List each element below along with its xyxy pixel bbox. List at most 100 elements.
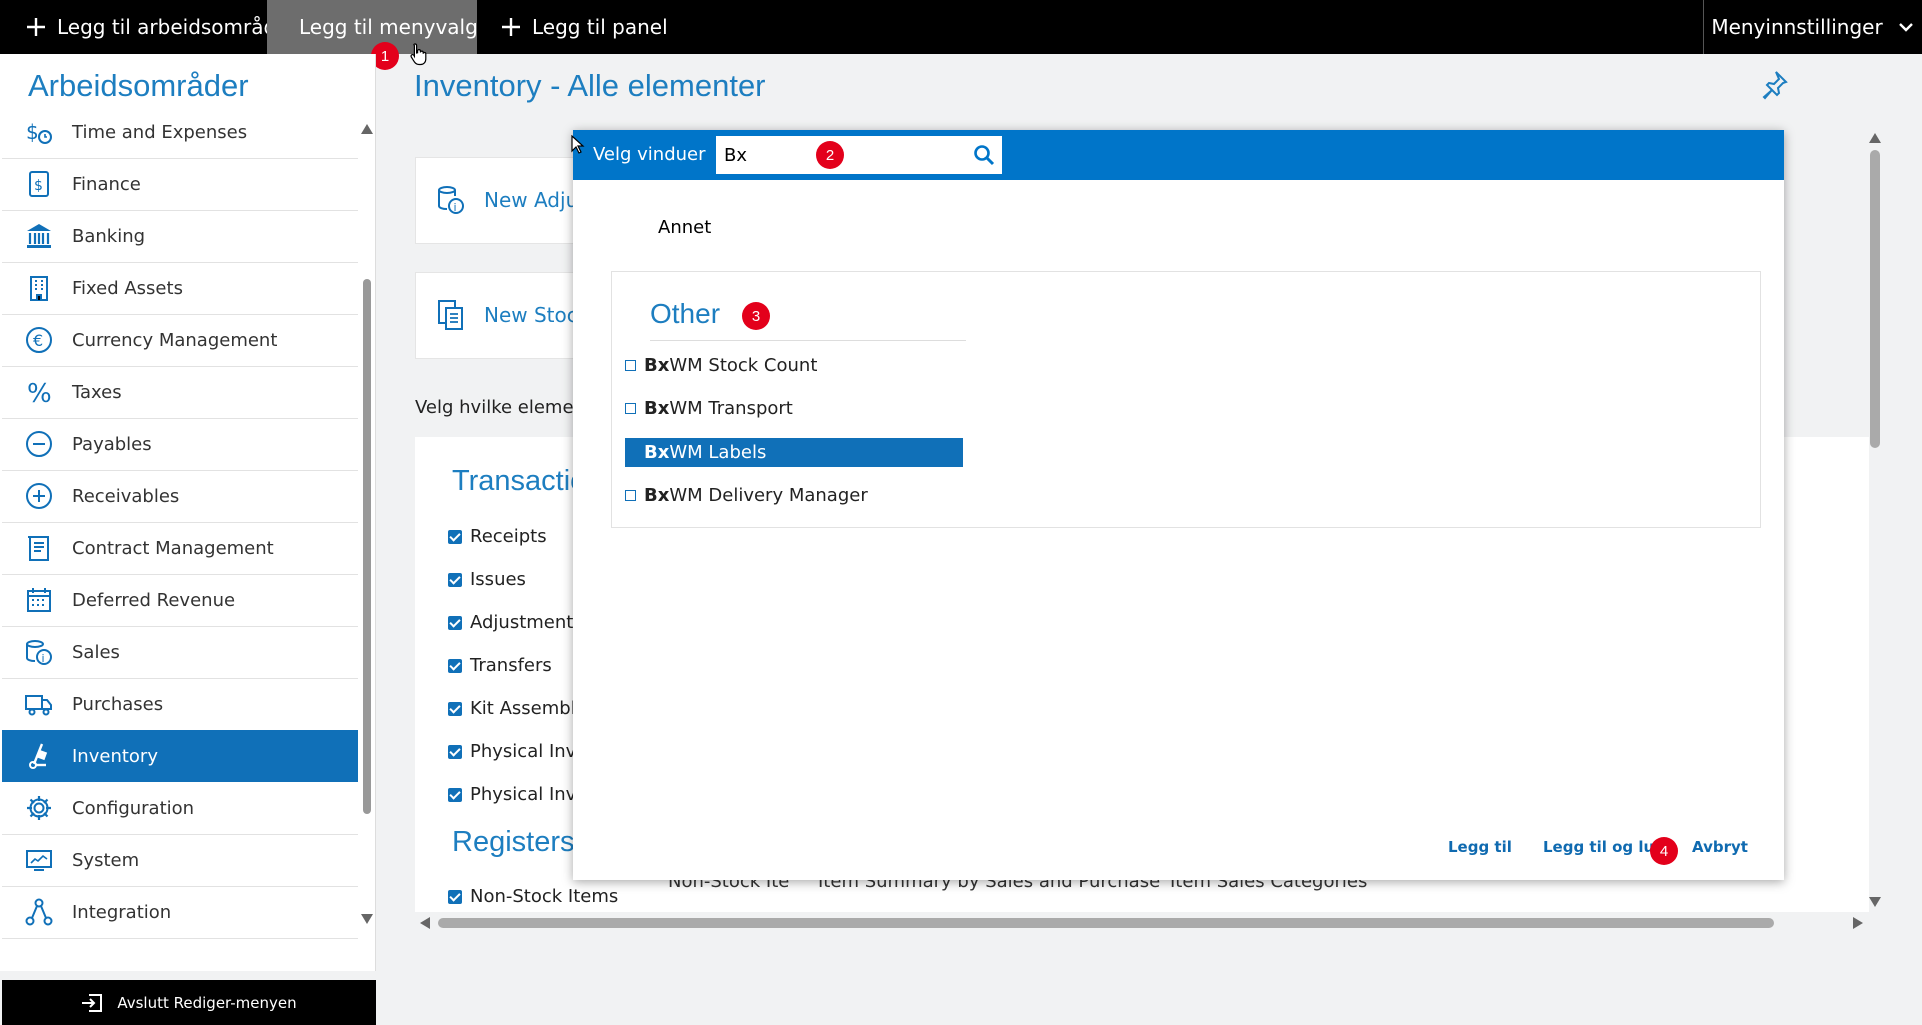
option-prefix: Bx [644, 485, 670, 506]
sidebar-item-banking[interactable]: Banking [2, 210, 358, 263]
checked-checkbox[interactable] [448, 701, 462, 716]
menu-settings-label: Menyinnstillinger [1711, 15, 1883, 39]
checkbox-physical-inventory-1[interactable]: Physical Inve [448, 741, 587, 762]
add-panel-button[interactable]: Legg til panel [500, 0, 668, 54]
network-icon [25, 898, 53, 926]
main-scroll-up-arrow[interactable] [1869, 133, 1881, 143]
sidebar-item-deferred-revenue[interactable]: Deferred Revenue [2, 574, 358, 627]
sidebar-item-fixed-assets[interactable]: Fixed Assets [2, 262, 358, 315]
add-menu-item-button[interactable]: Legg til menyvalg [267, 0, 478, 54]
menu-settings-dropdown[interactable]: Menyinnstillinger [1703, 0, 1922, 54]
arrow-cursor-icon [571, 135, 585, 154]
checkbox-label: Receipts [470, 526, 547, 547]
exit-icon [82, 993, 103, 1012]
step-badge-3: 3 [742, 302, 770, 330]
option-bxwm-transport[interactable]: Bx WM Transport [625, 394, 963, 423]
card-label: New Adju [484, 188, 579, 212]
card-new-stock[interactable]: New Stock [415, 272, 589, 359]
checked-checkbox[interactable] [448, 529, 462, 544]
checkbox-receipts[interactable]: Receipts [448, 526, 547, 547]
sidebar-item-contract-management[interactable]: Contract Management [2, 522, 358, 575]
option-bxwm-stock-count[interactable]: Bx WM Stock Count [625, 351, 963, 380]
coins-icon: i [438, 186, 464, 214]
option-bxwm-delivery-manager[interactable]: Bx WM Delivery Manager [625, 481, 963, 510]
unchecked-checkbox[interactable] [625, 403, 636, 414]
checkbox-label: Physical Inve [470, 741, 588, 762]
svg-text:$: $ [34, 178, 43, 194]
checkbox-label: Adjustments [470, 612, 583, 633]
checked-checkbox[interactable] [448, 787, 462, 802]
pin-icon[interactable] [1760, 70, 1788, 100]
main-vertical-scrollbar-thumb[interactable] [1870, 150, 1880, 448]
add-workspace-button[interactable]: Legg til arbeidsområde [25, 0, 289, 54]
scroll-up-arrow[interactable] [361, 124, 373, 134]
checkbox-physical-inventory-2[interactable]: Physical Inve [448, 784, 587, 805]
sidebar-item-purchases[interactable]: Purchases [2, 678, 358, 731]
main-horizontal-scrollbar-thumb[interactable] [438, 918, 1774, 928]
svg-text:i: i [454, 201, 457, 214]
sidebar-item-sales[interactable]: i Sales [2, 626, 358, 679]
finance-icon: $ [29, 171, 49, 197]
sidebar-item-label: Banking [72, 225, 146, 247]
document-list-icon [438, 300, 463, 330]
sidebar-item-configuration[interactable]: Configuration [2, 782, 358, 835]
sidebar-item-currency-management[interactable]: € Currency Management [2, 314, 358, 367]
gear-icon [27, 796, 51, 820]
checked-checkbox[interactable] [448, 889, 462, 904]
sidebar-item-system[interactable]: System [2, 834, 358, 887]
sidebar-item-receivables[interactable]: Receivables [2, 470, 358, 523]
option-label: WM Delivery Manager [669, 485, 868, 506]
checked-checkbox[interactable] [448, 658, 462, 673]
category-label: Annet [658, 217, 712, 238]
sidebar-item-label: Configuration [72, 797, 195, 819]
dialog-title: Velg vinduer [593, 144, 706, 165]
main-scroll-down-arrow[interactable] [1869, 897, 1881, 907]
coins-icon: i [26, 640, 52, 665]
truck-icon [25, 695, 52, 716]
percent-icon: % [27, 379, 52, 407]
search-icon[interactable] [973, 144, 995, 166]
sidebar-item-inventory[interactable]: Inventory [2, 730, 358, 782]
checked-checkbox[interactable] [448, 572, 462, 587]
sidebar-item-label: Purchases [72, 693, 164, 715]
top-toolbar: Legg til arbeidsområde Legg til menyvalg… [0, 0, 1922, 54]
sidebar-item-integration[interactable]: Integration [2, 886, 358, 939]
calendar-icon [27, 588, 51, 612]
checkbox-label: Non-Stock Items [470, 886, 619, 907]
sidebar-item-finance[interactable]: $ Finance [2, 158, 358, 211]
card-new-adjustment[interactable]: i New Adju [415, 157, 579, 244]
sidebar-list: $ Time and Expenses $ Finance Banking Fi… [0, 120, 358, 980]
sidebar-item-payables[interactable]: Payables [2, 418, 358, 471]
main-scroll-right-arrow[interactable] [1853, 917, 1863, 929]
unchecked-checkbox[interactable] [625, 490, 636, 501]
checked-checkbox[interactable] [448, 744, 462, 759]
section-registers-title: Registers [452, 826, 575, 858]
group-divider [650, 340, 966, 341]
scroll-down-arrow[interactable] [361, 914, 373, 924]
main-scroll-left-arrow[interactable] [420, 917, 430, 929]
add-panel-label: Legg til panel [532, 15, 668, 39]
step-badge-4: 4 [1650, 837, 1678, 865]
search-input[interactable] [716, 136, 1002, 174]
hand-cursor-icon [410, 43, 427, 66]
checkbox-non-stock-items[interactable]: Non-Stock Items [448, 886, 618, 907]
unchecked-checkbox[interactable] [625, 360, 636, 371]
sidebar-item-taxes[interactable]: % Taxes [2, 366, 358, 419]
sidebar-item-label: Sales [72, 641, 120, 663]
monitor-icon [26, 850, 52, 871]
sidebar: Arbeidsområder $ Time and Expenses $ Fin… [0, 54, 376, 1025]
option-prefix: Bx [644, 442, 670, 463]
cancel-button[interactable]: Avbryt [1692, 838, 1748, 856]
sidebar-scrollbar-thumb[interactable] [363, 279, 371, 814]
checkbox-adjustments[interactable]: Adjustments [448, 612, 583, 633]
checkbox-transfers[interactable]: Transfers [448, 655, 552, 676]
option-bxwm-labels[interactable]: Bx WM Labels [625, 438, 963, 467]
sidebar-item-time-and-expenses[interactable]: $ Time and Expenses [2, 120, 358, 159]
bank-icon [27, 224, 51, 248]
checkbox-kit-assembly[interactable]: Kit Assembly [448, 698, 586, 719]
checkbox-issues[interactable]: Issues [448, 569, 526, 590]
exit-edit-menu-button[interactable]: Avslutt Rediger-menyen [2, 980, 376, 1025]
checked-checkbox[interactable] [448, 615, 462, 630]
add-button[interactable]: Legg til [1448, 838, 1512, 856]
group-title: Other [650, 298, 721, 329]
